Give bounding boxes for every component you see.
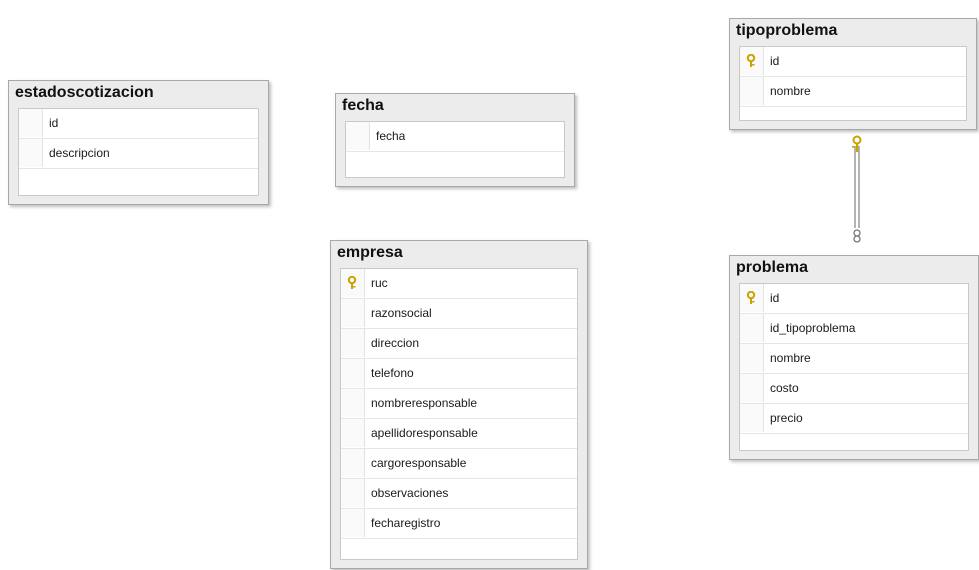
row-selector <box>740 284 764 312</box>
column-name: fecha <box>376 129 406 143</box>
column-row[interactable]: precio <box>740 404 968 434</box>
column-row[interactable]: direccion <box>341 329 577 359</box>
row-selector <box>740 374 764 402</box>
table-estadoscotizacion[interactable]: estadoscotizacion id descripcion <box>8 80 269 205</box>
column-grid: fecha <box>345 121 565 178</box>
column-name: costo <box>770 381 799 395</box>
column-name: apellidoresponsable <box>371 426 478 440</box>
column-row[interactable]: costo <box>740 374 968 404</box>
table-title: empresa <box>337 244 403 261</box>
row-selector <box>341 329 365 357</box>
connector-line <box>854 146 860 228</box>
table-fecha[interactable]: fecha fecha <box>335 93 575 187</box>
column-row[interactable]: descripcion <box>19 139 258 169</box>
row-selector <box>341 419 365 447</box>
column-row[interactable]: id <box>740 47 966 77</box>
row-selector <box>341 389 365 417</box>
key-icon <box>347 276 357 289</box>
column-name: observaciones <box>371 486 449 500</box>
row-selector <box>740 344 764 372</box>
column-row[interactable]: telefono <box>341 359 577 389</box>
column-name: telefono <box>371 366 414 380</box>
column-row[interactable]: id <box>740 284 968 314</box>
column-grid: id descripcion <box>18 108 259 196</box>
key-icon <box>852 135 862 152</box>
row-selector <box>341 299 365 327</box>
column-grid: ruc razonsocial direccion telefono nombr… <box>340 268 578 560</box>
infinity-icon <box>853 229 861 243</box>
row-selector <box>341 269 365 297</box>
row-selector <box>19 109 43 137</box>
row-selector <box>341 449 365 477</box>
table-title: fecha <box>342 97 384 114</box>
column-name: id <box>770 291 780 305</box>
column-row[interactable]: razonsocial <box>341 299 577 329</box>
key-icon <box>746 291 756 304</box>
column-grid: id nombre <box>739 46 967 121</box>
column-row[interactable]: fecharegistro <box>341 509 577 539</box>
column-name: cargoresponsable <box>371 456 467 470</box>
row-selector <box>19 139 43 167</box>
table-tipoproblema[interactable]: tipoproblema id nombre <box>729 18 977 130</box>
row-selector <box>740 404 764 432</box>
column-row[interactable]: observaciones <box>341 479 577 509</box>
column-name: fecharegistro <box>371 516 441 530</box>
column-row[interactable]: id <box>19 109 258 139</box>
table-title: problema <box>736 259 809 276</box>
column-row[interactable]: nombre <box>740 344 968 374</box>
column-name: id_tipoproblema <box>770 321 856 335</box>
row-selector <box>346 122 370 150</box>
key-icon <box>746 54 756 67</box>
table-empresa[interactable]: empresa ruc razonsocial direccion telefo… <box>330 240 588 569</box>
column-name: id <box>49 116 59 130</box>
column-row[interactable]: cargoresponsable <box>341 449 577 479</box>
column-name: ruc <box>371 276 388 290</box>
column-name: razonsocial <box>371 306 432 320</box>
row-selector <box>341 509 365 537</box>
column-row[interactable]: nombre <box>740 77 966 107</box>
column-grid: id id_tipoproblema nombre costo precio <box>739 283 969 451</box>
table-problema[interactable]: problema id id_tipoproblema nombre costo… <box>729 255 979 460</box>
column-name: precio <box>770 411 803 425</box>
table-title: tipoproblema <box>736 22 838 39</box>
row-selector <box>740 314 764 342</box>
column-row[interactable]: nombreresponsable <box>341 389 577 419</box>
column-row[interactable]: fecha <box>346 122 564 152</box>
column-name: descripcion <box>49 146 110 160</box>
column-row[interactable]: apellidoresponsable <box>341 419 577 449</box>
row-selector <box>740 47 764 75</box>
row-selector <box>341 359 365 387</box>
column-row[interactable]: ruc <box>341 269 577 299</box>
column-name: nombre <box>770 351 811 365</box>
column-row[interactable]: id_tipoproblema <box>740 314 968 344</box>
column-name: id <box>770 54 780 68</box>
column-name: nombre <box>770 84 811 98</box>
row-selector <box>740 77 764 105</box>
column-name: direccion <box>371 336 420 350</box>
table-title: estadoscotizacion <box>15 84 154 101</box>
row-selector <box>341 479 365 507</box>
column-name: nombreresponsable <box>371 396 478 410</box>
